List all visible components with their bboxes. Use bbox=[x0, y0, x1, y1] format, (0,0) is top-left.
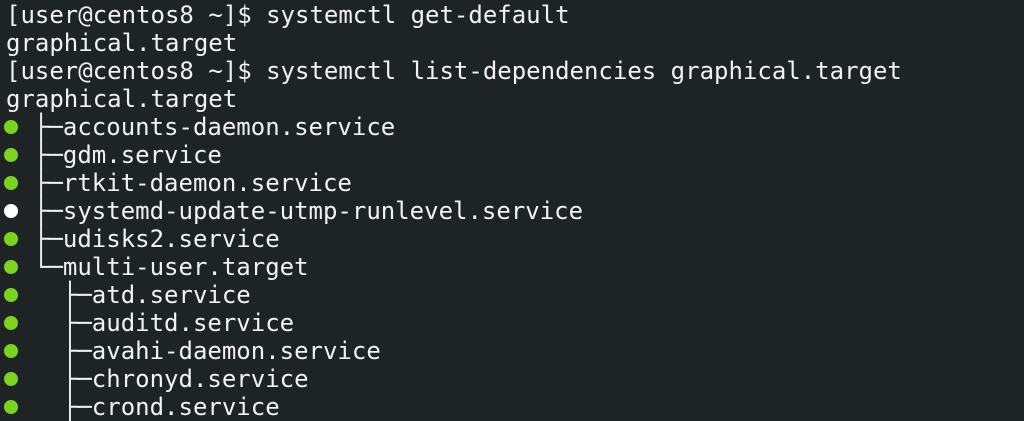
status-active-icon bbox=[4, 316, 18, 330]
tree-item-label: ├─udisks2.service bbox=[34, 225, 280, 253]
tree-item: ├─rtkit-daemon.service bbox=[0, 169, 1024, 197]
tree-item: ├─auditd.service bbox=[0, 309, 1024, 337]
command-text: systemctl list-dependencies graphical.ta… bbox=[266, 57, 902, 85]
prompt-text: [user@centos8 ~]$ bbox=[6, 1, 267, 29]
tree-item: ├─chronyd.service bbox=[0, 365, 1024, 393]
tree-item: └─multi-user.target bbox=[0, 253, 1024, 281]
tree-item: ├─atd.service bbox=[0, 281, 1024, 309]
tree-item-label: ├─avahi-daemon.service bbox=[34, 337, 381, 365]
output-line-1: graphical.target bbox=[6, 29, 238, 57]
tree-item-label: ├─crond.service bbox=[34, 393, 280, 421]
tree-item: ├─avahi-daemon.service bbox=[0, 337, 1024, 365]
status-active-icon bbox=[4, 372, 18, 386]
tree-item-label: ├─auditd.service bbox=[34, 309, 295, 337]
prompt-line-2: [user@centos8 ~]$ systemctl list-depende… bbox=[0, 57, 1024, 85]
status-active-icon bbox=[4, 176, 18, 190]
status-inactive-icon bbox=[4, 204, 18, 218]
tree-item-label: ├─chronyd.service bbox=[34, 365, 309, 393]
prompt-line-1: [user@centos8 ~]$ systemctl get-default bbox=[0, 1, 1024, 29]
tree-item: ├─gdm.service bbox=[0, 141, 1024, 169]
tree-item-label: ├─rtkit-daemon.service bbox=[34, 169, 352, 197]
status-active-icon bbox=[4, 232, 18, 246]
output-line-2: graphical.target bbox=[6, 85, 238, 113]
status-active-icon bbox=[4, 288, 18, 302]
tree-item: ├─udisks2.service bbox=[0, 225, 1024, 253]
dependency-tree: ├─accounts-daemon.service ├─gdm.service ├─… bbox=[0, 113, 1024, 421]
tree-item: ├─accounts-daemon.service bbox=[0, 113, 1024, 141]
tree-item-label: ├─systemd-update-utmp-runlevel.service bbox=[34, 197, 584, 225]
status-active-icon bbox=[4, 120, 18, 134]
status-active-icon bbox=[4, 260, 18, 274]
prompt-text: [user@centos8 ~]$ bbox=[6, 57, 267, 85]
status-active-icon bbox=[4, 148, 18, 162]
tree-item-label: ├─atd.service bbox=[34, 281, 251, 309]
command-text: systemctl get-default bbox=[266, 1, 570, 29]
status-active-icon bbox=[4, 400, 18, 414]
tree-item: ├─crond.service bbox=[0, 393, 1024, 421]
tree-item: ├─systemd-update-utmp-runlevel.service bbox=[0, 197, 1024, 225]
tree-item-label: ├─accounts-daemon.service bbox=[34, 113, 396, 141]
status-active-icon bbox=[4, 344, 18, 358]
terminal-window[interactable]: [user@centos8 ~]$ systemctl get-default … bbox=[0, 0, 1024, 421]
tree-item-label: ├─gdm.service bbox=[34, 141, 222, 169]
tree-item-label: └─multi-user.target bbox=[34, 253, 309, 281]
